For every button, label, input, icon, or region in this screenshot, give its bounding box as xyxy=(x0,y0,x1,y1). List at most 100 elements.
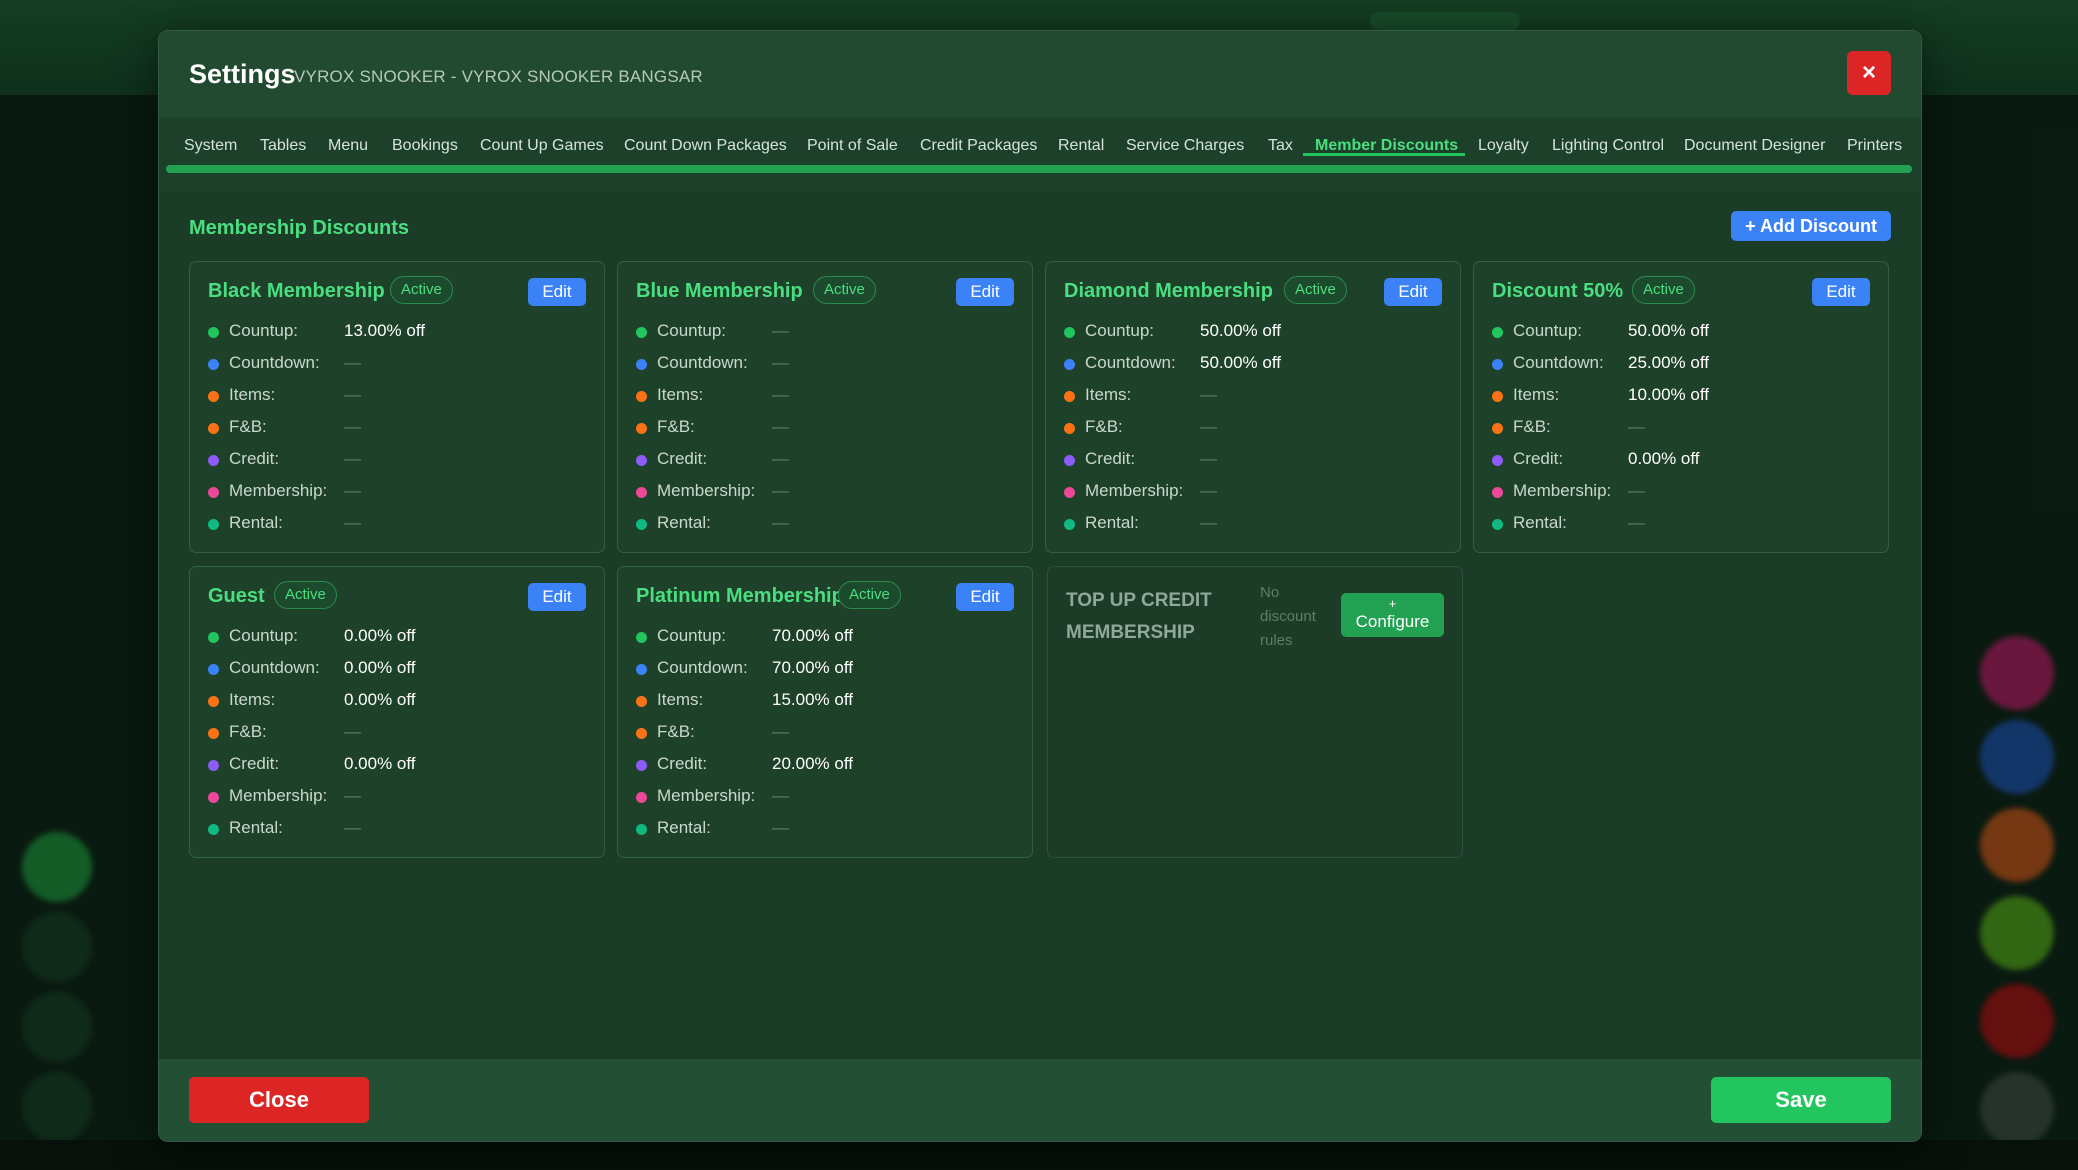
fnb-dot-icon xyxy=(208,423,219,434)
tab-system[interactable]: System xyxy=(184,137,237,155)
countup-dot-icon xyxy=(1492,327,1503,338)
row-value: — xyxy=(344,481,361,500)
discount-row-rental: Rental: — xyxy=(636,510,1014,542)
discount-row-membership: Membership: — xyxy=(636,478,1014,510)
edit-button[interactable]: Edit xyxy=(956,278,1014,306)
add-discount-button[interactable]: + Add Discount xyxy=(1731,211,1891,241)
edit-button[interactable]: Edit xyxy=(528,278,586,306)
discount-row-membership: Membership: — xyxy=(636,783,1014,815)
discount-row-countup: Countup: 70.00% off xyxy=(636,623,1014,655)
row-value: 0.00% off xyxy=(344,690,416,709)
plus-icon: + xyxy=(1388,596,1397,611)
countdown-dot-icon xyxy=(208,359,219,370)
close-icon[interactable]: × xyxy=(1847,51,1891,95)
items-dot-icon xyxy=(636,696,647,707)
edit-button[interactable]: Edit xyxy=(1812,278,1870,306)
discount-rows: Countup: 50.00% off Countdown: 25.00% off It… xyxy=(1492,318,1870,542)
row-label: Countup: xyxy=(1085,321,1154,340)
row-value: — xyxy=(772,353,789,372)
row-value: — xyxy=(1628,481,1645,500)
tab-point-of-sale[interactable]: Point of Sale xyxy=(807,137,898,155)
save-button[interactable]: Save xyxy=(1711,1077,1891,1123)
card-name: Diamond Membership xyxy=(1064,280,1273,302)
row-value: — xyxy=(1200,417,1217,436)
tab-loyalty[interactable]: Loyalty xyxy=(1478,137,1529,155)
row-label: Countup: xyxy=(657,321,726,340)
membership-dot-icon xyxy=(636,792,647,803)
row-value: — xyxy=(1200,513,1217,532)
row-label: F&B: xyxy=(1085,417,1123,436)
row-value: — xyxy=(772,321,789,340)
countdown-dot-icon xyxy=(1492,359,1503,370)
fnb-dot-icon xyxy=(1492,423,1503,434)
row-value: 0.00% off xyxy=(344,626,416,645)
tab-menu[interactable]: Menu xyxy=(328,137,368,155)
row-label: Membership: xyxy=(229,481,328,500)
tab-printers[interactable]: Printers xyxy=(1847,137,1902,155)
configure-button[interactable]: + Configure xyxy=(1341,593,1444,637)
row-label: Rental: xyxy=(1513,513,1567,532)
discount-row-countup: Countup: 13.00% off xyxy=(208,318,586,350)
membership-dot-icon xyxy=(208,487,219,498)
unconfigured-card-name: TOP UP CREDIT MEMBERSHIP xyxy=(1066,590,1212,643)
items-dot-icon xyxy=(1064,391,1075,402)
tab-service-charges[interactable]: Service Charges xyxy=(1126,137,1244,155)
tab-count-up-games[interactable]: Count Up Games xyxy=(480,137,604,155)
discount-row-countdown: Countdown: 70.00% off xyxy=(636,655,1014,687)
row-value: 0.00% off xyxy=(344,754,416,773)
discount-row-items: Items: 15.00% off xyxy=(636,687,1014,719)
credit-dot-icon xyxy=(208,455,219,466)
row-value: — xyxy=(772,513,789,532)
tab-rental[interactable]: Rental xyxy=(1058,137,1104,155)
row-label: Membership: xyxy=(1513,481,1612,500)
row-label: Rental: xyxy=(657,818,711,837)
tabs-scrollbar[interactable] xyxy=(166,165,1912,173)
row-value: — xyxy=(1200,449,1217,468)
discount-row-countdown: Countdown: — xyxy=(208,350,586,382)
credit-dot-icon xyxy=(636,760,647,771)
row-label: Countup: xyxy=(229,626,298,645)
edit-button[interactable]: Edit xyxy=(956,583,1014,611)
credit-dot-icon xyxy=(1492,455,1503,466)
row-value: 0.00% off xyxy=(344,658,416,677)
unconfigured-card-note: No discount rules xyxy=(1260,584,1316,649)
row-label: Items: xyxy=(229,385,276,404)
row-value: — xyxy=(1628,513,1645,532)
discount-row-membership: Membership: — xyxy=(208,478,586,510)
row-value: — xyxy=(772,417,789,436)
discount-row-fnb: F&B: — xyxy=(1492,414,1870,446)
row-value: — xyxy=(772,481,789,500)
edit-button[interactable]: Edit xyxy=(1384,278,1442,306)
modal-header: Settings VYROX SNOOKER - VYROX SNOOKER B… xyxy=(159,31,1921,117)
tab-bookings[interactable]: Bookings xyxy=(392,137,458,155)
tab-document-designer[interactable]: Document Designer xyxy=(1684,137,1825,155)
settings-modal: Settings VYROX SNOOKER - VYROX SNOOKER B… xyxy=(158,30,1922,1142)
tab-lighting-control[interactable]: Lighting Control xyxy=(1552,137,1664,155)
row-label: Countdown: xyxy=(229,353,320,372)
discount-card: Black Membership Active Edit Countup: 13.00%… xyxy=(189,261,605,553)
discount-row-membership: Membership: — xyxy=(1492,478,1870,510)
discount-rows: Countup: 0.00% off Countdown: 0.00% off Item… xyxy=(208,623,586,847)
row-label: Credit: xyxy=(657,449,708,468)
tab-count-down-packages[interactable]: Count Down Packages xyxy=(624,137,787,155)
row-value: 70.00% off xyxy=(772,658,853,677)
active-tab-indicator xyxy=(1303,153,1465,156)
row-label: F&B: xyxy=(229,417,267,436)
rental-dot-icon xyxy=(208,824,219,835)
discount-row-fnb: F&B: — xyxy=(208,719,586,751)
card-name: Platinum Membership xyxy=(636,585,844,607)
row-label: Membership: xyxy=(229,786,328,805)
row-value: 70.00% off xyxy=(772,626,853,645)
tab-tables[interactable]: Tables xyxy=(260,137,306,155)
discount-row-credit: Credit: 0.00% off xyxy=(208,751,586,783)
countup-dot-icon xyxy=(1064,327,1075,338)
credit-dot-icon xyxy=(1064,455,1075,466)
close-button[interactable]: Close xyxy=(189,1077,369,1123)
row-value: — xyxy=(344,449,361,468)
discount-row-countup: Countup: — xyxy=(636,318,1014,350)
tab-credit-packages[interactable]: Credit Packages xyxy=(920,137,1037,155)
membership-dot-icon xyxy=(636,487,647,498)
discount-row-countdown: Countdown: 25.00% off xyxy=(1492,350,1870,382)
edit-button[interactable]: Edit xyxy=(528,583,586,611)
tab-tax[interactable]: Tax xyxy=(1268,137,1293,155)
